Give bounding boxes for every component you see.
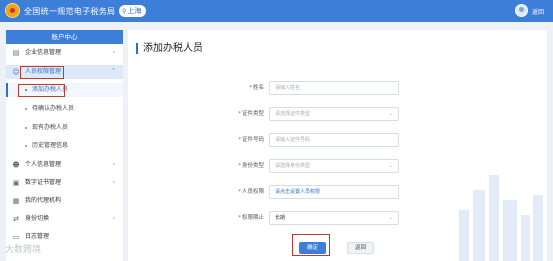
- permission-expiry-label: *权限期止: [238, 215, 264, 221]
- identity-type-select-value: 请选择身份类型: [275, 163, 311, 169]
- id-number-label: *证件号码: [238, 137, 264, 143]
- region-selector[interactable]: ⚲上海: [119, 5, 147, 17]
- switch-icon: ⇄: [13, 215, 19, 223]
- region-label: 上海: [127, 7, 142, 15]
- sidebar-subitem-label: 现有办税人员: [32, 124, 69, 131]
- bullet-dot-icon: [25, 145, 27, 147]
- top-header: 全国统一规范电子税务局 ⚲上海 返回: [0, 0, 553, 22]
- sidebar-item-agency[interactable]: ▦ 我的代理机构: [6, 194, 123, 208]
- chevron-up-icon: ˄: [112, 68, 115, 75]
- page-title: 添加办税人员: [136, 43, 203, 54]
- permission-expiry-select-value: 长期: [275, 215, 286, 221]
- id-type-select[interactable]: 请选择证件类型 ⌄: [269, 107, 399, 121]
- certificate-icon: ▣: [12, 179, 20, 187]
- bullet-dot-icon: [25, 108, 27, 110]
- agency-icon: ▦: [12, 197, 20, 205]
- log-icon: ▭: [12, 233, 20, 241]
- form-row-permission-expiry: *权限期止 长期 ⌄: [128, 211, 547, 225]
- sidebar: 账户中心 ▤ 企业信息管理 › ☺ 人员权限管理 ˄ 添加办税人员 待确认办税人…: [6, 30, 123, 261]
- confirm-button[interactable]: 确定: [299, 242, 326, 254]
- sidebar-subitem-history[interactable]: 历史管理信息: [6, 139, 123, 153]
- return-button[interactable]: 返回: [347, 242, 374, 254]
- id-type-label: *证件类型: [238, 111, 264, 117]
- sidebar-subitem-label: 待确认办税人员: [32, 105, 75, 112]
- id-number-input[interactable]: 请输入证件号码: [269, 133, 399, 147]
- bullet-dot-icon: [25, 89, 27, 91]
- user-avatar-icon[interactable]: [515, 4, 528, 17]
- person-icon: ☻: [12, 161, 20, 169]
- sidebar-item-label: 身份切换: [25, 215, 50, 222]
- form-row-name: *姓名 请输入姓名: [128, 81, 547, 95]
- form-row-permissions: *人员权限 请点击设置人员权限: [128, 185, 547, 199]
- sidebar-item-label: 数字证书管理: [25, 179, 62, 186]
- sidebar-item-enterprise-info[interactable]: ▤ 企业信息管理 ›: [6, 46, 123, 60]
- sidebar-item-label: 个人信息管理: [25, 161, 62, 168]
- form-row-id-number: *证件号码 请输入证件号码: [128, 133, 547, 147]
- chevron-right-icon: ›: [112, 215, 115, 222]
- tax-emblem-logo: [5, 3, 20, 18]
- sidebar-item-label: 企业信息管理: [25, 49, 62, 56]
- sidebar-item-digital-certificate[interactable]: ▣ 数字证书管理 ›: [6, 176, 123, 190]
- user-name[interactable]: 返回: [532, 7, 544, 16]
- sidebar-subitem-pending-taxpayer[interactable]: 待确认办税人员: [6, 102, 123, 116]
- permissions-setter[interactable]: 请点击设置人员权限: [269, 185, 399, 199]
- chevron-down-icon: ⌄: [388, 215, 393, 221]
- location-pin-icon: ⚲: [122, 8, 127, 15]
- chevron-down-icon: ⌄: [388, 111, 393, 117]
- site-title: 全国统一规范电子税务局: [24, 7, 116, 16]
- chevron-down-icon: ⌄: [388, 163, 393, 169]
- id-type-select-value: 请选择证件类型: [275, 111, 311, 117]
- sidebar-item-label: 人员权限管理: [25, 68, 62, 75]
- sidebar-subitem-label: 添加办税人员: [32, 86, 69, 93]
- chevron-right-icon: ›: [112, 179, 115, 186]
- permissions-label: *人员权限: [238, 189, 264, 195]
- chevron-right-icon: ›: [112, 49, 115, 56]
- sidebar-item-identity-switch[interactable]: ⇄ 身份切换 ›: [6, 212, 123, 226]
- permission-expiry-select[interactable]: 长期 ⌄: [269, 211, 399, 225]
- bullet-dot-icon: [25, 127, 27, 129]
- sidebar-item-personal-info[interactable]: ☻ 个人信息管理 ›: [6, 158, 123, 172]
- building-icon: ▤: [12, 49, 20, 57]
- form-row-id-type: *证件类型 请选择证件类型 ⌄: [128, 107, 547, 121]
- sidebar-item-personnel-permissions[interactable]: ☺ 人员权限管理 ˄: [6, 65, 123, 79]
- name-label: *姓名: [249, 85, 264, 91]
- name-input[interactable]: 请输入姓名: [269, 81, 399, 95]
- sidebar-item-label: 我的代理机构: [25, 197, 62, 204]
- identity-type-select[interactable]: 请选择身份类型 ⌄: [269, 159, 399, 173]
- form-row-identity-type: *身份类型 请选择身份类型 ⌄: [128, 159, 547, 173]
- people-icon: ☺: [12, 68, 20, 76]
- sidebar-subitem-existing-taxpayer[interactable]: 现有办税人员: [6, 121, 123, 135]
- main-panel: 添加办税人员 *姓名 请输入姓名 *证件类型 请选择证件类型 ⌄ *证件号码 请…: [128, 30, 547, 261]
- sidebar-subitem-add-taxpayer[interactable]: 添加办税人员: [6, 83, 123, 97]
- identity-type-label: *身份类型: [238, 163, 264, 169]
- sidebar-subitem-label: 历史管理信息: [32, 142, 69, 149]
- sidebar-title: 账户中心: [6, 30, 123, 44]
- chevron-right-icon: ›: [112, 161, 115, 168]
- watermark: 大数跨境: [5, 245, 42, 255]
